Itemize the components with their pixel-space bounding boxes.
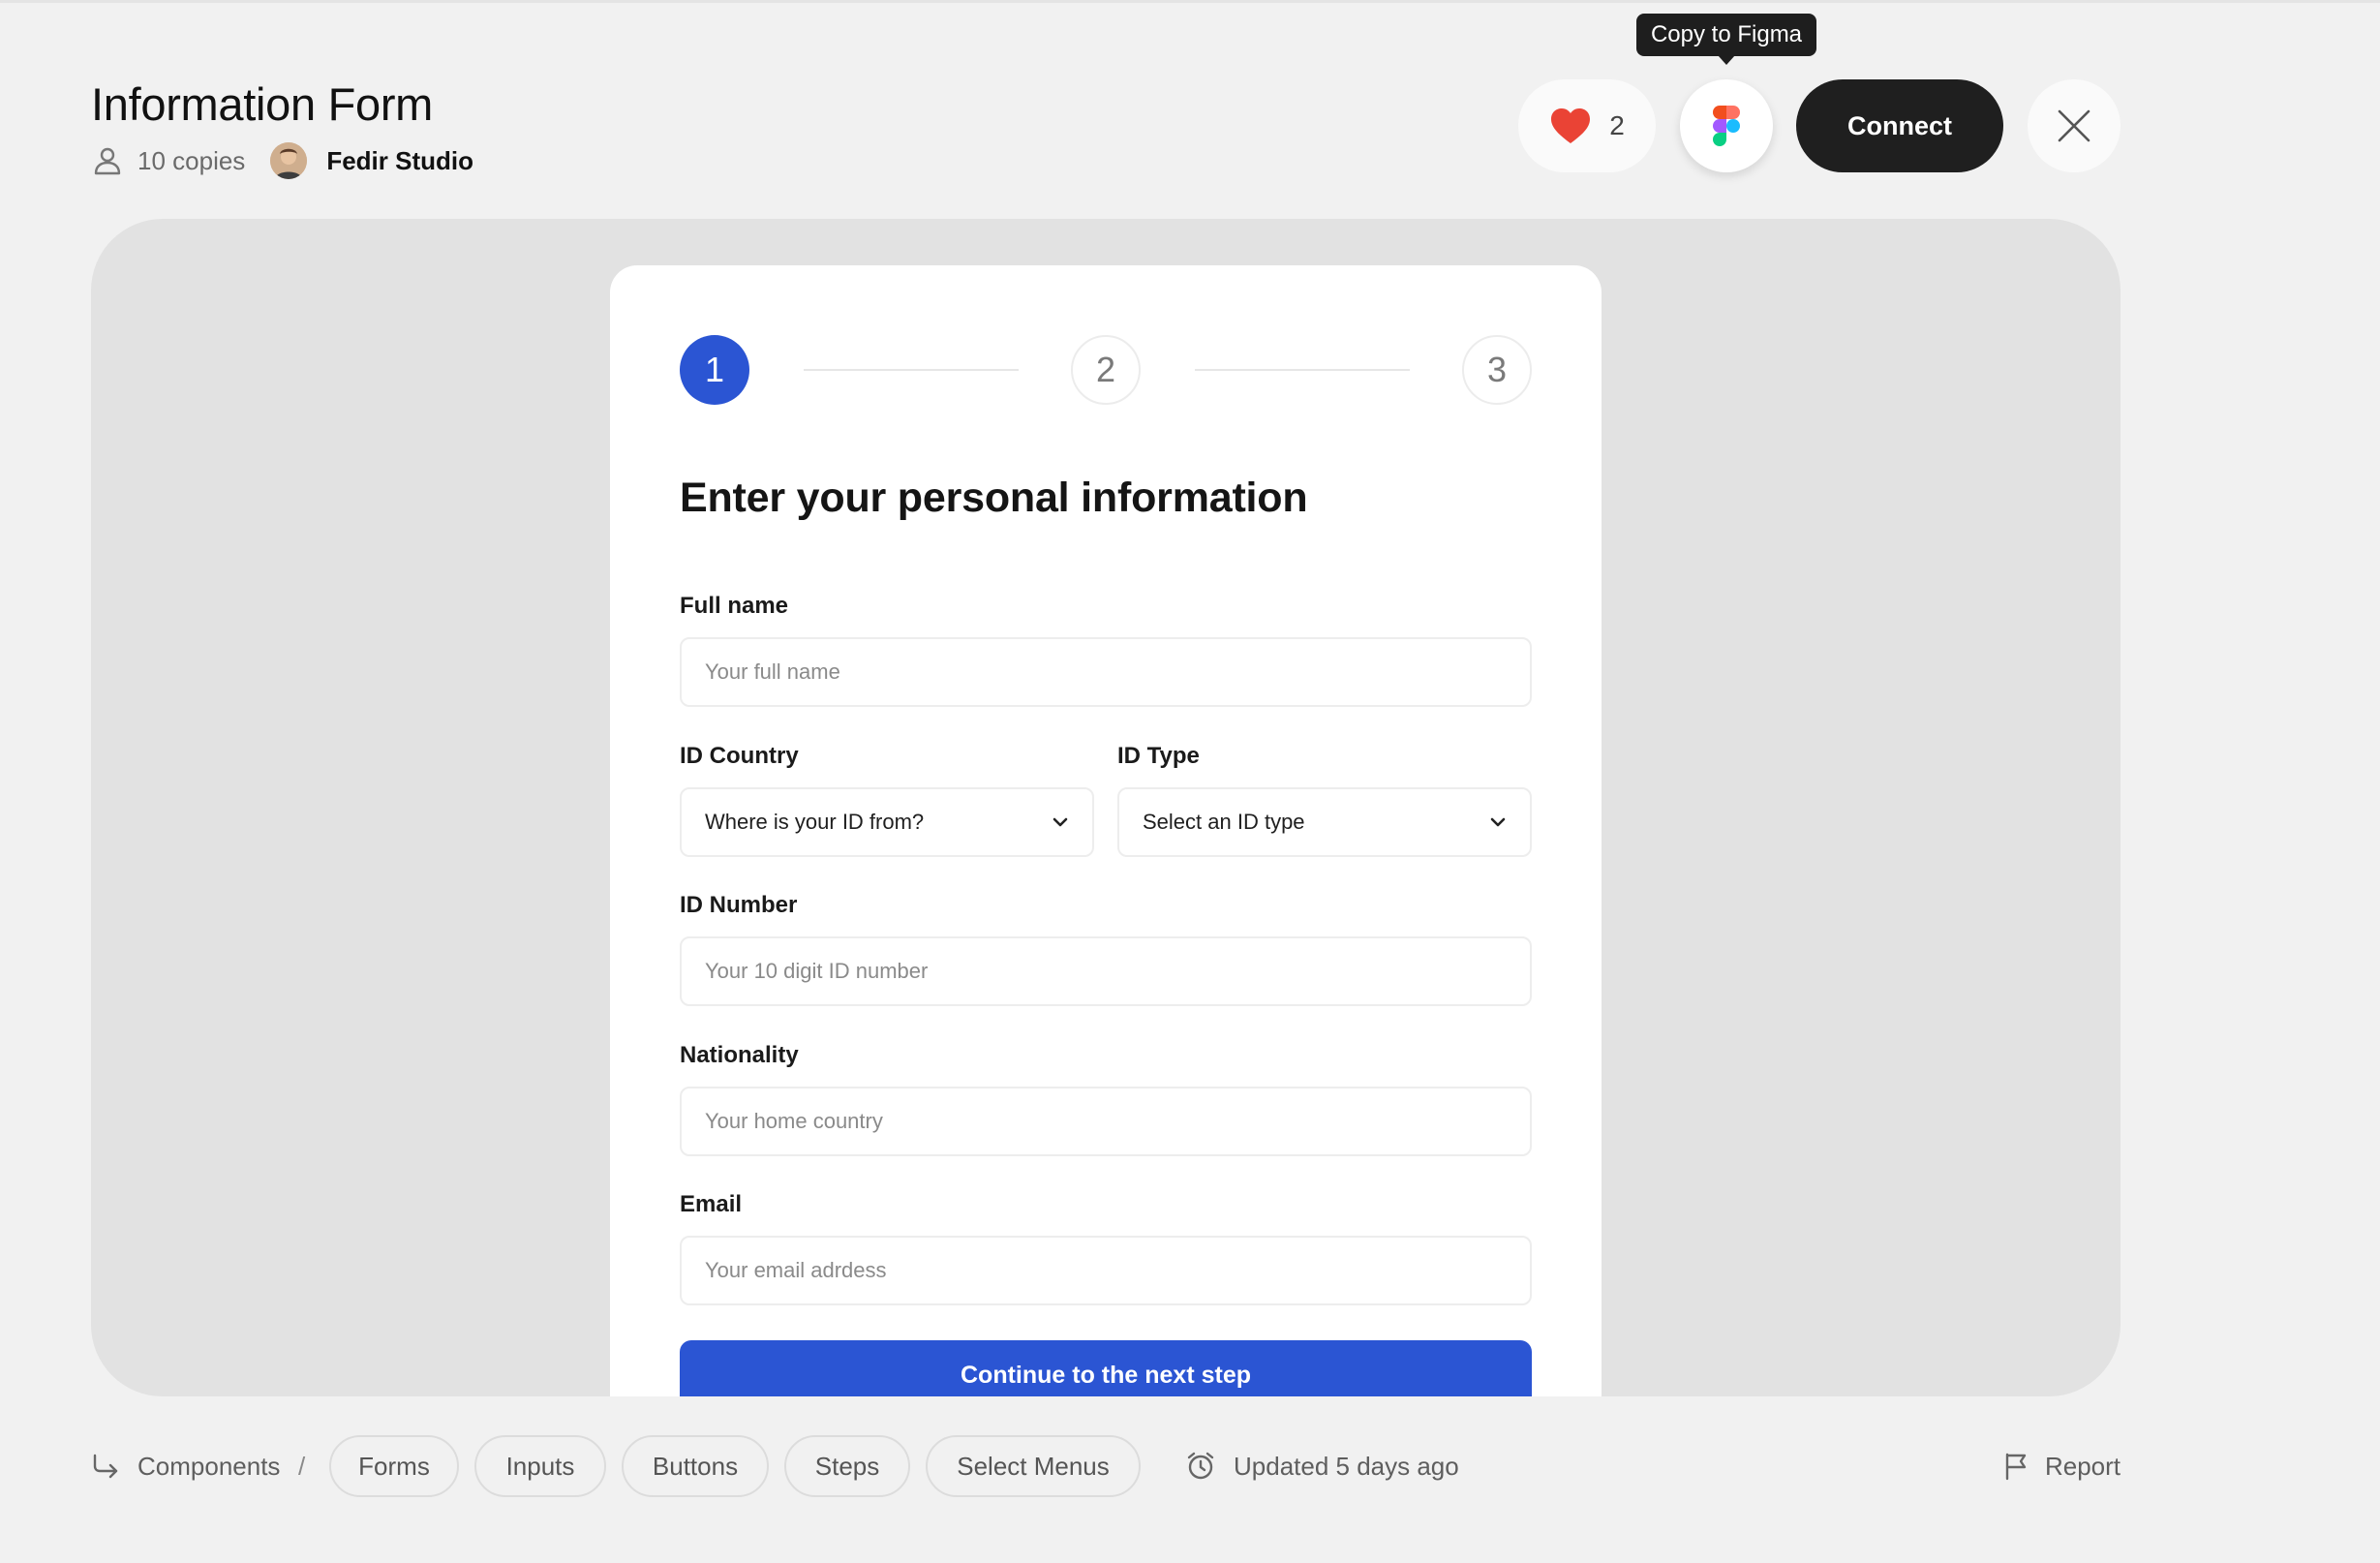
tag-steps[interactable]: Steps [784,1435,910,1497]
connect-button[interactable]: Connect [1796,79,2003,172]
meta-row: 10 copies Fedir Studio [93,141,473,180]
tag-buttons[interactable]: Buttons [622,1435,769,1497]
report-label: Report [2044,1451,2121,1481]
tag-inputs[interactable]: Inputs [474,1435,606,1497]
like-count: 2 [1609,110,1625,140]
step-connector [804,369,1019,371]
form-card: 1 2 3 Enter your personal information Fu… [610,265,1602,1396]
flag-icon [2005,1453,2027,1481]
breadcrumb-separator: / [298,1452,306,1481]
preview-stage: 1 2 3 Enter your personal information Fu… [91,219,2121,1396]
close-icon [2058,109,2090,142]
close-button[interactable] [2028,79,2121,172]
author-name[interactable]: Fedir Studio [326,146,473,176]
step-2[interactable]: 2 [1071,335,1141,405]
avatar[interactable] [270,142,308,179]
person-icon [94,147,121,175]
id-country-label: ID Country [680,743,799,769]
report-button[interactable]: Report [2002,1435,2121,1497]
breadcrumb-return-icon [93,1454,118,1479]
nationality-input[interactable] [680,1087,1532,1156]
updated-text: Updated 5 days ago [1234,1451,1459,1481]
id-country-select[interactable]: Where is your ID from? [680,787,1094,857]
continue-button[interactable]: Continue to the next step [680,1340,1532,1396]
step-1[interactable]: 1 [680,335,749,405]
email-input[interactable] [680,1236,1532,1305]
figma-icon [1713,106,1740,146]
id-type-label: ID Type [1117,743,1200,769]
like-button[interactable]: 2 [1518,79,1656,172]
tag-forms[interactable]: Forms [329,1435,459,1497]
id-country-value: Where is your ID from? [705,810,925,834]
footer-bar: Components / Forms Inputs Buttons Steps … [91,1435,2121,1497]
figma-tooltip: Copy to Figma [1636,14,1816,65]
breadcrumb-components[interactable]: Components [137,1452,280,1482]
page-title: Information Form [91,78,434,130]
clock-icon [1187,1452,1214,1480]
heart-icon [1551,108,1591,143]
id-type-select[interactable]: Select an ID type [1117,787,1532,857]
chevron-down-icon [1490,817,1506,827]
email-label: Email [680,1191,743,1217]
step-connector [1195,369,1410,371]
nationality-label: Nationality [680,1042,799,1068]
updated-info: Updated 5 days ago [1185,1435,1459,1497]
tag-select-menus[interactable]: Select Menus [926,1435,1141,1497]
top-divider [0,0,2380,3]
copy-to-figma-button[interactable] [1680,79,1773,172]
full-name-label: Full name [680,593,789,619]
step-3[interactable]: 3 [1462,335,1532,405]
form-heading: Enter your personal information [680,475,1308,521]
id-number-input[interactable] [680,936,1532,1006]
full-name-input[interactable] [680,637,1532,707]
chevron-down-icon [1053,817,1068,827]
stepper: 1 2 3 [680,335,1532,405]
copies-count: 10 copies [137,145,246,175]
id-number-label: ID Number [680,892,798,918]
id-type-value: Select an ID type [1143,810,1305,834]
